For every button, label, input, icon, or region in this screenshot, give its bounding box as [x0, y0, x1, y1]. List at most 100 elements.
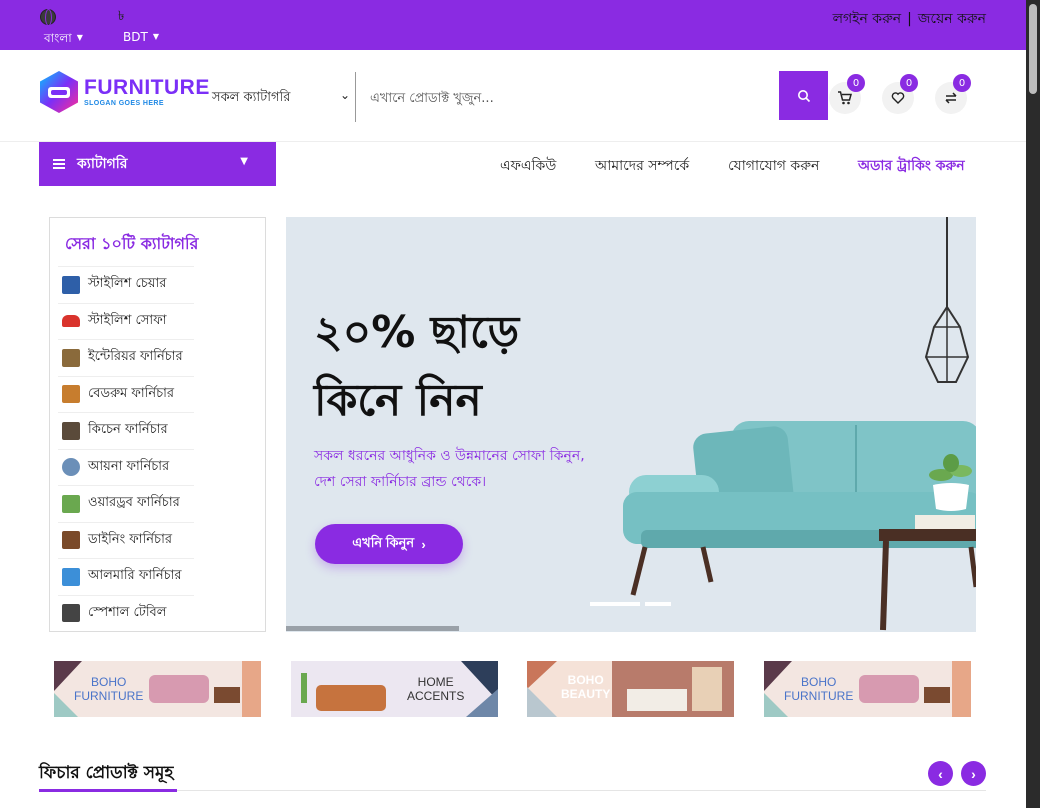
promo-text: HOME ACCENTS — [407, 675, 464, 703]
nav-order-tracking[interactable]: অডার ট্রাকিং করুন — [858, 154, 965, 178]
category-item[interactable]: আলমারি ফার্নিচার — [58, 558, 194, 595]
category-menu-label: ক্যাটাগরি — [77, 156, 128, 172]
scrollbar-thumb[interactable] — [1029, 4, 1037, 94]
language-label: বাংলা — [44, 31, 72, 45]
table-icon — [62, 604, 80, 623]
shop-now-label: এখনি কিনুন — [352, 534, 415, 550]
chair-icon — [62, 275, 80, 294]
promo-banner-1[interactable]: BOHO FURNITURE — [54, 661, 261, 717]
header: FURNITURE SLOGAN GOES HERE সকল ক্যাটাগরি… — [0, 50, 1026, 142]
currency-symbol: ৳ — [118, 9, 125, 24]
compare-icon — [945, 92, 957, 104]
chevron-right-icon: › — [971, 765, 976, 782]
dining-icon — [62, 531, 80, 550]
category-item[interactable]: স্টাইলিশ সোফা — [58, 302, 194, 340]
kitchen-icon — [62, 421, 80, 440]
category-item[interactable]: কিচেন ফার্নিচার — [58, 412, 194, 449]
promo-line1: BOHO — [567, 673, 604, 687]
category-item[interactable]: স্পেশাল টেবিল — [58, 594, 194, 632]
currency-select[interactable]: BDT ▼ — [123, 30, 159, 44]
compare-count-badge: 0 — [953, 74, 971, 92]
hero-title: ২০% ছাড়ে কিনে নিন — [314, 299, 519, 435]
slide-progress-bar — [286, 626, 459, 631]
cart-count-badge: 0 — [847, 74, 865, 92]
hero-banner[interactable]: ২০% ছাড়ে কিনে নিন সকল ধরনের আধুনিক ও উন… — [286, 217, 976, 632]
register-link[interactable]: জয়েন করুন — [918, 11, 986, 27]
category-label: ডাইনিং ফার্নিচার — [88, 531, 172, 547]
auth-separator: | — [907, 11, 912, 27]
top-bar: ৳ বাংলা ▼ BDT ▼ লগইন করুন | জয়েন করুন — [0, 0, 1026, 50]
slide-dot-active[interactable] — [590, 602, 640, 606]
promo-banner-3[interactable]: BOHO BEAUTY — [527, 661, 734, 717]
carousel-prev-button[interactable]: ‹ — [928, 761, 953, 786]
promo-banner-2[interactable]: HOME ACCENTS — [291, 661, 498, 717]
promo-banner-4[interactable]: BOHO FURNITURE — [764, 661, 971, 717]
chevron-down-icon: ▼ — [76, 33, 83, 42]
carousel-next-button[interactable]: › — [961, 761, 986, 786]
site-logo[interactable]: FURNITURE SLOGAN GOES HERE — [38, 70, 209, 120]
chevron-down-icon: ▼ — [152, 32, 159, 41]
category-item[interactable]: বেডরুম ফার্নিচার — [58, 375, 194, 413]
category-label: ইন্টেরিয়র ফার্নিচার — [88, 349, 183, 365]
top-categories-panel: সেরা ১০টি ক্যাটাগরি স্টাইলিশ চেয়ার স্টা… — [49, 217, 266, 632]
category-item[interactable]: ডাইনিং ফার্নিচার — [58, 521, 194, 559]
category-list: স্টাইলিশ চেয়ার স্টাইলিশ সোফা ইন্টেরিয়র… — [58, 266, 194, 631]
heart-icon — [891, 92, 905, 104]
promo-line1: BOHO — [800, 675, 837, 689]
cart-button[interactable]: 0 — [829, 74, 865, 114]
shop-now-button[interactable]: এখনি কিনুন › — [315, 524, 463, 564]
promo-art — [301, 661, 498, 717]
category-item[interactable]: আয়না ফার্নিচার — [58, 448, 194, 486]
page-scrollbar[interactable] — [1026, 0, 1040, 808]
pendant-lamp-image — [924, 217, 970, 383]
divider — [355, 72, 356, 122]
category-select[interactable]: সকল ক্যাটাগরি — [212, 88, 290, 109]
sofa-icon — [62, 315, 80, 328]
hero-subtitle: সকল ধরনের আধুনিক ও উন্নমানের সোফা কিনুন,… — [314, 448, 585, 490]
wishlist-button[interactable]: 0 — [882, 74, 918, 114]
login-link[interactable]: লগইন করুন — [833, 11, 902, 27]
category-label: আয়না ফার্নিচার — [88, 458, 170, 474]
sofa-image — [623, 421, 976, 631]
category-item[interactable]: স্টাইলিশ চেয়ার — [58, 266, 194, 303]
auth-links: লগইন করুন | জয়েন করুন — [833, 7, 986, 31]
hero-title-line1: ২০% ছাড়ে — [314, 307, 520, 358]
promo-line2: FURNITURE — [784, 689, 854, 703]
chevron-right-icon: › — [421, 536, 426, 552]
featured-products-title: ফিচার প্রোডাক্ট সমূহ — [39, 763, 174, 783]
promo-text: BOHO FURNITURE — [74, 675, 143, 703]
chevron-down-icon[interactable]: ⌄ — [340, 88, 350, 102]
promo-line2: ACCENTS — [407, 689, 465, 703]
promo-text: BOHO BEAUTY — [561, 673, 610, 701]
almirah-icon — [62, 567, 80, 586]
search-button[interactable] — [779, 71, 828, 120]
promo-line1: HOME — [417, 675, 454, 689]
hamburger-icon — [53, 159, 65, 169]
category-item[interactable]: ইন্টেরিয়র ফার্নিচার — [58, 339, 194, 376]
logo-slogan: SLOGAN GOES HERE — [84, 100, 164, 107]
nav-contact[interactable]: যোগাযোগ করুন — [728, 154, 819, 178]
logo-mark-icon — [40, 71, 78, 113]
bedroom-icon — [62, 385, 80, 404]
top-categories-title: সেরা ১০টি ক্যাটাগরি — [65, 234, 199, 253]
compare-button[interactable]: 0 — [935, 74, 971, 114]
category-menu-button[interactable]: ক্যাটাগরি ▼ — [39, 142, 276, 186]
chevron-down-icon: ▼ — [240, 156, 248, 167]
category-item[interactable]: ওয়ারড্রব ফার্নিচার — [58, 485, 194, 522]
currency-label: BDT — [123, 30, 148, 44]
promo-text: BOHO FURNITURE — [784, 675, 853, 703]
nav-about[interactable]: আমাদের সম্পর্কে — [595, 154, 689, 178]
mirror-icon — [62, 458, 80, 477]
wishlist-count-badge: 0 — [900, 74, 918, 92]
nav-faq[interactable]: এফএকিউ — [500, 154, 556, 178]
category-label: স্টাইলিশ চেয়ার — [88, 276, 167, 292]
promo-line1: BOHO — [90, 675, 127, 689]
language-select[interactable]: বাংলা ▼ — [44, 30, 83, 50]
logo-name: FURNITURE — [84, 76, 210, 99]
hero-title-line2: কিনে নিন — [314, 375, 482, 426]
slide-dot[interactable] — [645, 602, 671, 606]
category-label: স্পেশাল টেবিল — [88, 604, 167, 620]
search-input[interactable] — [370, 80, 770, 116]
globe-icon — [40, 9, 56, 26]
cart-icon — [838, 91, 852, 105]
